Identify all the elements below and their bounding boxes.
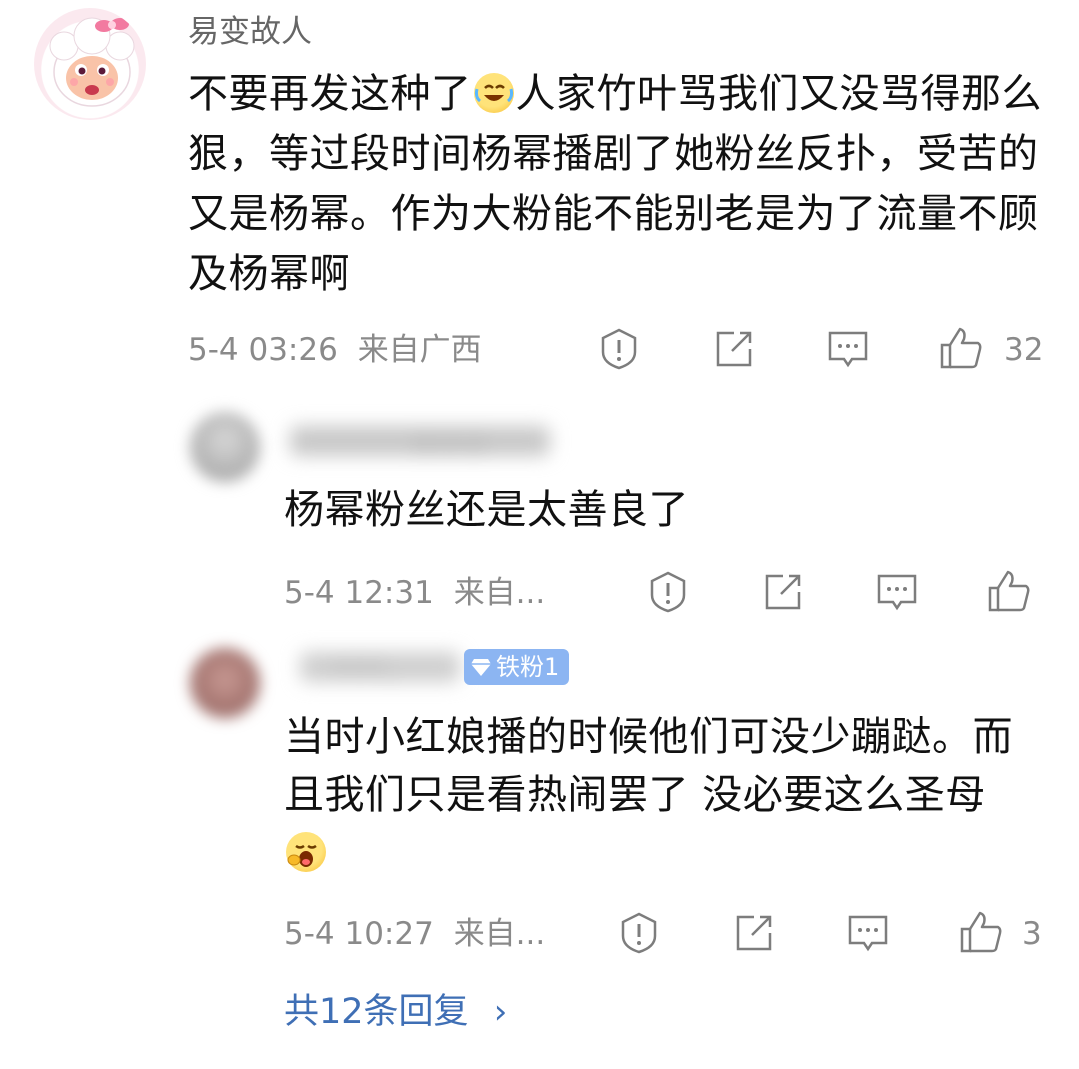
avatar[interactable] [190, 648, 260, 718]
yawning-emoji-icon [286, 832, 326, 872]
fan-level-badge: 铁粉1 [464, 649, 570, 685]
report-icon[interactable] [617, 911, 661, 955]
report-icon[interactable] [646, 570, 690, 614]
diamond-icon [471, 659, 491, 676]
report-icon[interactable] [597, 327, 641, 371]
comment-icon[interactable] [875, 570, 919, 614]
reply-username-text: mini_ [330, 652, 400, 682]
comment-time: 5-4 03:26 [188, 332, 338, 368]
reply-meta: 5-4 12:31 来自... [284, 573, 545, 613]
reply-username-blurred[interactable]: 清凉该 [290, 426, 550, 462]
comment-meta: 5-4 03:26 来自广西 [188, 330, 482, 370]
like-count: 3 [1022, 916, 1042, 952]
reply-text: 当时小红娘播的时候他们可没少蹦跶。而且我们只是看热闹罢了 没必要这么圣母 [284, 708, 1024, 882]
comment-location: 来自广西 [357, 332, 482, 368]
comment-icon[interactable] [826, 327, 870, 371]
reply-username-blurred[interactable]: mini_ [300, 652, 460, 682]
reply-text-part: 当时小红娘播的时候他们可没少蹦跶。而且我们只是看热闹罢了 没必要这么圣母 [284, 714, 1013, 818]
reply-text: 杨幂粉丝还是太善良了 [284, 487, 689, 533]
view-all-replies-link[interactable]: 共12条回复 › [284, 990, 507, 1034]
like-count: 32 [1004, 332, 1044, 368]
thumbs-up-icon[interactable] [986, 568, 1030, 612]
fan-level-badge-text: 铁粉1 [496, 653, 560, 681]
thumbs-up-icon[interactable] [958, 909, 1002, 953]
chevron-right-icon: › [493, 992, 508, 1032]
share-icon[interactable] [761, 570, 805, 614]
reply-time: 5-4 12:31 [284, 575, 434, 611]
reply-meta: 5-4 10:27 来自... [284, 914, 545, 954]
reply-username-text: 清凉该 [410, 432, 489, 462]
avatar[interactable] [34, 8, 146, 120]
comment-text-part-1: 不要再发这种了 [188, 71, 472, 117]
reply-time: 5-4 10:27 [284, 916, 434, 952]
comment-username[interactable]: 易变故人 [188, 12, 312, 52]
avatar-illustration [49, 17, 135, 107]
comment-text: 不要再发这种了 人家竹叶骂我们又没骂得那么狠，等过段时间杨幂播剧了她粉丝反扑，受… [188, 64, 1048, 304]
thumbs-up-icon[interactable] [938, 325, 982, 369]
reply-location: 来自... [453, 916, 546, 952]
comment-icon[interactable] [846, 911, 890, 955]
share-icon[interactable] [712, 327, 756, 371]
avatar[interactable] [190, 412, 260, 482]
laughing-tears-emoji-icon [473, 73, 514, 113]
reply-location: 来自... [453, 575, 546, 611]
view-all-replies-label: 共12条回复 [284, 992, 469, 1032]
share-icon[interactable] [732, 911, 776, 955]
